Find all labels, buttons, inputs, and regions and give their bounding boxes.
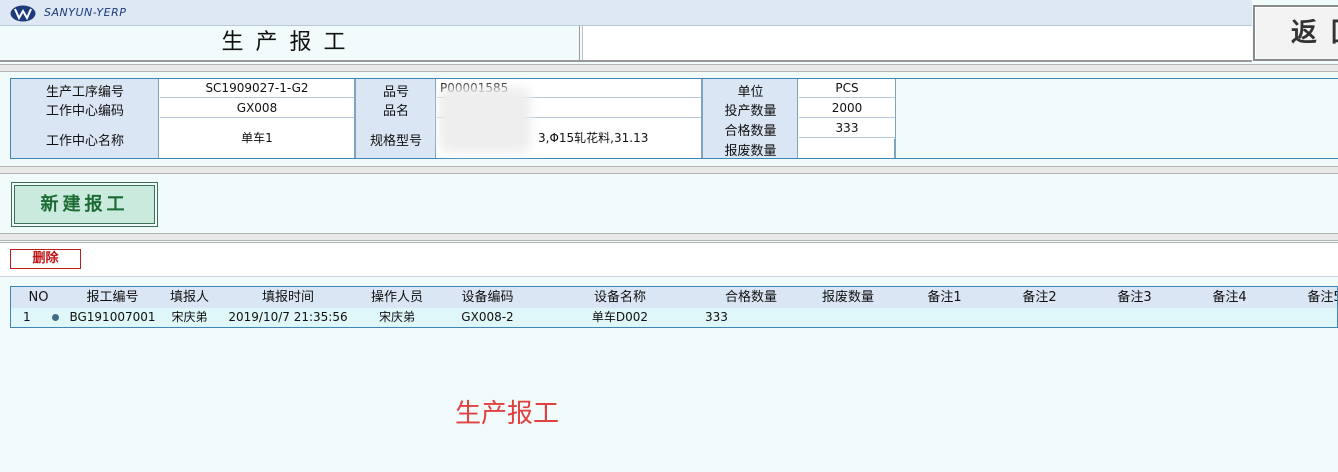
column-header-reporter[interactable]: 填报人 [159, 287, 221, 309]
back-button[interactable]: 返回 [1253, 5, 1338, 61]
input-qty-label: 投产数量 [724, 104, 777, 116]
row-selected-icon [52, 314, 59, 321]
brand-name: SANYUN-YERP [44, 6, 127, 19]
row-number: 1 [23, 310, 31, 324]
input-qty-value: 2000 [799, 99, 895, 118]
top-bar [0, 0, 1252, 26]
delete-button[interactable]: 删除 [10, 249, 81, 269]
spec-label: 规格型号 [369, 134, 422, 146]
column-header-note3[interactable]: 备注3 [1087, 287, 1183, 309]
toolbar-band [0, 242, 1338, 277]
title-right-area [582, 26, 1252, 60]
scrap-qty-value [799, 139, 895, 158]
column-header-no[interactable]: NO [11, 287, 67, 309]
info-panel-empty [896, 79, 1338, 158]
column-header-equip-name[interactable]: 设备名称 [537, 287, 704, 309]
good-qty-value: 333 [799, 119, 895, 138]
cell-good-qty[interactable]: 333 [703, 308, 802, 327]
column-header-note4[interactable]: 备注4 [1182, 287, 1278, 309]
cell-equip-code[interactable]: GX008-2 [438, 308, 538, 327]
unit-label: 单位 [737, 85, 764, 97]
report-grid: NO 报工编号 填报人 填报时间 操作人员 设备编码 设备名称 合格数量 报废数… [10, 286, 1338, 328]
cell-equip-name[interactable]: 单车D002 [537, 308, 704, 327]
separator [0, 64, 1338, 72]
column-header-good-qty[interactable]: 合格数量 [703, 287, 800, 309]
process-no-label: 生产工序编号 [45, 85, 124, 97]
new-report-button[interactable]: 新建报工 [11, 182, 158, 227]
separator [0, 233, 1338, 241]
cell-note4[interactable] [1182, 308, 1278, 327]
cell-note1[interactable] [897, 308, 993, 327]
cell-note5[interactable] [1277, 308, 1337, 327]
cell-reporter[interactable]: 宋庆弟 [159, 308, 221, 327]
wc-name-label: 工作中心名称 [45, 134, 124, 146]
wc-code-label: 工作中心编码 [45, 104, 124, 116]
good-qty-label: 合格数量 [724, 124, 777, 136]
cell-operator[interactable]: 宋庆弟 [356, 308, 439, 327]
separator [0, 166, 1338, 174]
watermark-caption: 生产报工 [455, 399, 560, 429]
column-header-operator[interactable]: 操作人员 [356, 287, 439, 309]
item-name-label: 品名 [382, 104, 409, 116]
cell-note2[interactable] [992, 308, 1088, 327]
column-header-equip-code[interactable]: 设备编码 [438, 287, 538, 309]
cell-note3[interactable] [1087, 308, 1183, 327]
column-header-note1[interactable]: 备注1 [897, 287, 993, 309]
item-no-label: 品号 [382, 85, 409, 97]
cell-report-time[interactable]: 2019/10/7 21:35:56 [220, 308, 359, 327]
logo-icon [10, 5, 36, 22]
wc-code-value: GX008 [160, 99, 354, 118]
process-no-value: SC1909027-1-G2 [160, 79, 354, 98]
column-header-note2[interactable]: 备注2 [992, 287, 1088, 309]
cell-scrap-qty[interactable] [799, 308, 900, 327]
column-header-note5[interactable]: 备注5 [1277, 287, 1337, 309]
wc-name-value: 单车1 [160, 119, 354, 158]
page-title: 生产报工 [0, 26, 580, 60]
info-panel: 生产工序编号 工作中心编码 工作中心名称 SC1909027-1-G2 GX00… [10, 78, 1338, 159]
redaction-blur [439, 87, 531, 153]
column-header-report-no[interactable]: 报工编号 [66, 287, 160, 309]
cell-report-no[interactable]: BG191007001 [66, 308, 160, 327]
column-header-report-time[interactable]: 填报时间 [220, 287, 359, 309]
column-header-scrap-qty[interactable]: 报废数量 [799, 287, 900, 309]
unit-value: PCS [799, 79, 895, 98]
scrap-qty-label: 报废数量 [724, 144, 777, 156]
